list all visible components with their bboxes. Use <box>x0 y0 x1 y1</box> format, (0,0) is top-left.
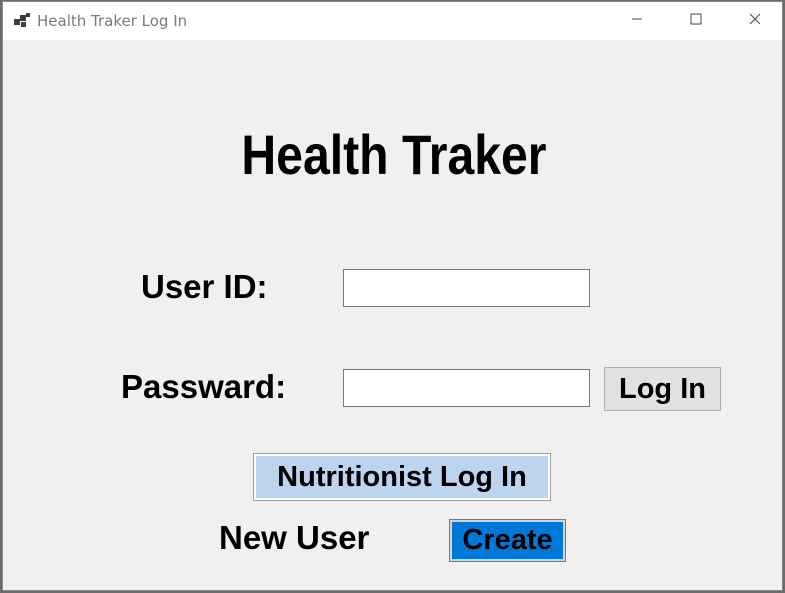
title-bar[interactable]: Health Traker Log In <box>3 2 782 40</box>
app-icon <box>14 13 30 29</box>
app-heading: Health Traker <box>241 123 547 186</box>
create-button-label: Create <box>462 524 553 556</box>
window-title: Health Traker Log In <box>37 12 188 30</box>
login-button[interactable]: Log In <box>604 367 721 411</box>
minimize-icon <box>631 12 643 30</box>
password-label: Passward: <box>121 368 287 405</box>
new-user-label: New User <box>219 519 370 556</box>
user-id-input[interactable] <box>343 269 590 307</box>
maximize-icon <box>690 12 702 30</box>
nutritionist-login-label: Nutritionist Log In <box>277 460 527 493</box>
password-input[interactable] <box>343 369 590 407</box>
login-button-label: Log In <box>619 372 706 405</box>
close-icon <box>749 12 761 30</box>
login-window: Health Traker Log In Health Traker User … <box>2 1 783 591</box>
user-id-label: User ID: <box>141 268 268 305</box>
nutritionist-login-button[interactable]: Nutritionist Log In <box>253 453 551 501</box>
close-button[interactable] <box>732 2 778 40</box>
maximize-button[interactable] <box>673 2 719 40</box>
minimize-button[interactable] <box>614 2 660 40</box>
create-button[interactable]: Create <box>449 519 566 562</box>
